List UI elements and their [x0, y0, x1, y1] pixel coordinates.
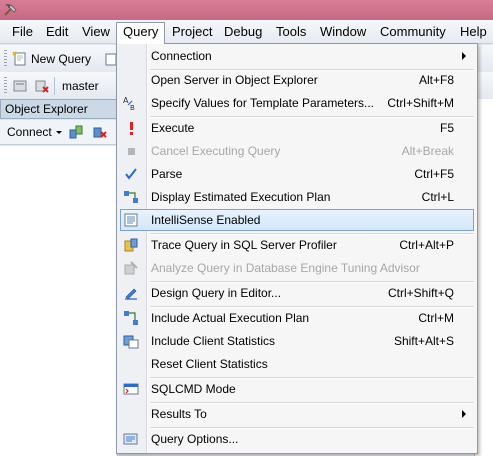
menu-item-trace-profiler[interactable]: Trace Query in SQL Server Profiler Ctrl+… [120, 234, 474, 256]
menu-file[interactable]: File [6, 22, 39, 42]
menu-item-tuning-advisor[interactable]: Analyze Query in Database Engine Tuning … [120, 257, 474, 279]
menu-community[interactable]: Community [374, 22, 452, 42]
menu-bar: File Edit View Query Project Debug Tools… [0, 20, 493, 44]
menu-tools[interactable]: Tools [270, 22, 312, 42]
profiler-icon [124, 238, 138, 252]
menu-view[interactable]: View [76, 22, 116, 42]
disconnect-icon[interactable] [34, 78, 50, 94]
menu-item-reset-stats[interactable]: Reset Client Statistics [120, 353, 474, 375]
submenu-arrow-icon [462, 52, 466, 60]
new-query-button[interactable]: New Query [31, 49, 91, 69]
object-explorer-toolbar: Connect [0, 120, 118, 145]
toolbar-separator [54, 77, 55, 95]
menu-item-cancel-query[interactable]: Cancel Executing Query Alt+Break [120, 140, 474, 162]
new-query-icon [12, 51, 26, 66]
menu-item-estimated-plan[interactable]: Display Estimated Execution Plan Ctrl+L [120, 186, 474, 208]
actual-plan-icon [124, 311, 138, 325]
checkmark-icon [125, 168, 137, 180]
connect-button[interactable]: Connect [7, 125, 52, 139]
menu-item-intellisense[interactable]: IntelliSense Enabled [120, 209, 474, 231]
design-query-icon [125, 288, 137, 300]
title-bar [0, 0, 493, 20]
menu-debug[interactable]: Debug [218, 22, 268, 42]
toolbar-grip[interactable] [4, 50, 7, 68]
menu-item-execute[interactable]: Execute F5 [120, 117, 474, 139]
chevron-down-icon[interactable] [56, 131, 62, 134]
object-explorer-title: Object Explorer [0, 99, 118, 119]
menu-query[interactable]: Query [116, 22, 166, 44]
execute-icon [130, 122, 133, 135]
stop-icon [128, 148, 135, 155]
menu-edit[interactable]: Edit [40, 22, 74, 42]
menu-item-results-to[interactable]: Results To [120, 403, 474, 425]
query-options-icon [123, 433, 138, 445]
client-stats-icon [123, 335, 139, 349]
template-params-icon: A B [123, 96, 135, 111]
disconnect-object-explorer-icon[interactable] [92, 124, 108, 140]
execution-plan-icon [124, 191, 138, 203]
intellisense-icon [124, 213, 138, 227]
menu-window[interactable]: Window [314, 22, 372, 42]
sqlcmd-icon [123, 383, 139, 395]
submenu-arrow-icon [462, 410, 466, 418]
tuning-advisor-icon [124, 261, 138, 275]
menu-item-actual-plan[interactable]: Include Actual Execution Plan Ctrl+M [120, 307, 474, 329]
menu-item-parse[interactable]: Parse Ctrl+F5 [120, 163, 474, 185]
toolbar-grip-2[interactable] [4, 77, 7, 95]
svg-text:B: B [130, 104, 135, 111]
menu-item-design-query[interactable]: Design Query in Editor... Ctrl+Shift+Q [120, 282, 474, 304]
tools-app-icon[interactable] [3, 2, 19, 18]
connect-object-icon[interactable] [12, 78, 28, 94]
connect-object-explorer-icon[interactable] [68, 124, 84, 140]
database-selector[interactable]: master [62, 76, 99, 96]
menu-project[interactable]: Project [166, 22, 218, 42]
menu-item-connection[interactable]: Connection [120, 45, 474, 67]
menu-item-query-options[interactable]: Query Options... [120, 428, 474, 450]
menu-item-sqlcmd-mode[interactable]: SQLCMD Mode [120, 378, 474, 400]
menu-item-open-server[interactable]: Open Server in Object Explorer Alt+F8 [120, 69, 474, 91]
object-explorer-tree[interactable] [0, 146, 118, 456]
menu-help[interactable]: Help [454, 22, 493, 42]
svg-text:A: A [123, 96, 129, 105]
menu-item-template-params[interactable]: A B Specify Values for Template Paramete… [120, 92, 474, 114]
query-menu-dropdown: Connection Open Server in Object Explore… [116, 43, 478, 454]
menu-item-client-stats[interactable]: Include Client Statistics Shift+Alt+S [120, 330, 474, 352]
